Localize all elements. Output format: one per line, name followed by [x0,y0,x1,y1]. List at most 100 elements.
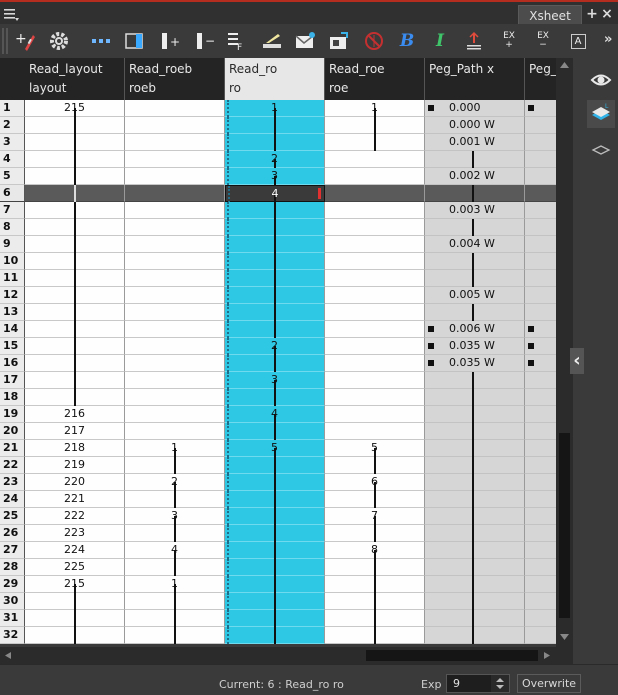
cell-roeb[interactable] [125,236,225,253]
bezier-b-icon[interactable]: B [394,28,420,54]
cell-peg[interactable] [425,474,525,491]
cell-peg[interactable] [425,440,525,457]
cell-ro[interactable] [225,559,325,576]
horizontal-scrollbar[interactable] [0,647,573,664]
cell-roeb[interactable] [125,270,225,287]
cell-ro[interactable]: 2 [225,151,325,168]
menu-icon[interactable] [3,7,19,21]
cell-layout[interactable] [25,372,125,389]
cell-ro[interactable] [225,576,325,593]
add-drawing-icon[interactable]: + [13,28,39,54]
cell-roe[interactable] [325,610,425,627]
keyframe-marker[interactable] [428,360,434,366]
cell-roe[interactable] [325,457,425,474]
cell-peg[interactable]: 0.000 W [425,117,525,134]
cell-ro[interactable] [225,117,325,134]
cell-roe[interactable] [325,117,425,134]
cell-roeb[interactable] [125,287,225,304]
cell-peg[interactable] [425,372,525,389]
cell-layout[interactable] [25,151,125,168]
cell-peg[interactable]: 0.006 W [425,321,525,338]
cell-layout[interactable]: 219 [25,457,125,474]
eye-icon[interactable] [587,66,615,94]
keyframe-marker[interactable] [428,105,434,111]
cell-layout[interactable] [25,593,125,610]
column-header-read-ro[interactable]: Read_ro ro [225,58,325,100]
cell-peg[interactable] [425,151,525,168]
cell-roeb[interactable] [125,253,225,270]
cell-ro[interactable]: 4 [225,406,325,423]
cell-roeb[interactable] [125,321,225,338]
xsheet-tab[interactable]: Xsheet [518,5,582,25]
cell-layout[interactable]: 215 [25,100,125,117]
cell-roe[interactable] [325,134,425,151]
frame-number[interactable]: 6 [0,185,25,202]
cell-roe[interactable] [325,253,425,270]
cell-layout[interactable]: 223 [25,525,125,542]
frame-number[interactable]: 18 [0,389,25,406]
toggle-column-icon[interactable] [121,28,147,54]
cell-roe[interactable]: 1 [325,100,425,117]
cell-layout[interactable]: 222 [25,508,125,525]
cell-roeb[interactable] [125,406,225,423]
frame-number[interactable]: 11 [0,270,25,287]
scroll-right-icon[interactable] [542,650,552,661]
cell-roeb[interactable] [125,610,225,627]
cell-layout[interactable] [25,304,125,321]
cell-roeb[interactable] [125,627,225,644]
cell-peg[interactable] [425,491,525,508]
exposure-stepper[interactable] [491,675,509,692]
cell-peg[interactable] [425,576,525,593]
cell-roeb[interactable] [125,100,225,117]
cell-layout[interactable] [25,287,125,304]
frame-number[interactable]: 9 [0,236,25,253]
cell-peg[interactable]: 0.035 W [425,355,525,372]
cell-peg[interactable]: 0.000 [425,100,525,117]
cell-layout[interactable] [25,236,125,253]
cell-roeb[interactable]: 2 [125,474,225,491]
cell-roeb[interactable] [125,117,225,134]
scroll-down-icon[interactable] [558,632,571,642]
keyframe-marker[interactable] [528,360,534,366]
keyframe-marker[interactable] [528,326,534,332]
cell-roe[interactable] [325,423,425,440]
cell-layout[interactable]: 224 [25,542,125,559]
frame-number[interactable]: 26 [0,525,25,542]
cell-peg[interactable]: 0.035 W [425,338,525,355]
cell-peg[interactable] [425,559,525,576]
cell-roeb[interactable] [125,593,225,610]
cell-ro[interactable] [225,525,325,542]
cell-ro[interactable]: 2 [225,338,325,355]
cell-roeb[interactable]: 3 [125,508,225,525]
cell-ro[interactable] [225,202,325,219]
cell-roeb[interactable] [125,525,225,542]
cell-peg[interactable]: 0.001 W [425,134,525,151]
cell-peg[interactable] [425,253,525,270]
cell-ro[interactable] [225,593,325,610]
frame-number[interactable]: 32 [0,627,25,644]
frame-number[interactable]: 23 [0,474,25,491]
cell-ro[interactable] [225,542,325,559]
cell-ro[interactable] [225,253,325,270]
scroll-up-icon[interactable] [558,60,571,70]
cell-layout[interactable] [25,117,125,134]
cell-peg[interactable] [425,610,525,627]
cell-peg[interactable]: 0.002 W [425,168,525,185]
collapse-sidebar-icon[interactable]: ‹ [570,348,584,374]
cell-roe[interactable] [325,559,425,576]
cell-roe[interactable] [325,304,425,321]
cell-layout[interactable] [25,321,125,338]
cell-roe[interactable] [325,287,425,304]
cell-roe[interactable] [325,202,425,219]
cell-peg[interactable]: 0.004 W [425,236,525,253]
cell-roe[interactable] [325,168,425,185]
mail-in-icon[interactable] [292,28,318,54]
cell-roeb[interactable]: 1 [125,440,225,457]
italic-i-icon[interactable]: I [427,28,453,54]
cell-ro[interactable] [225,508,325,525]
cell-ro[interactable]: 1 [225,100,325,117]
frame-number[interactable]: 24 [0,491,25,508]
ease-icon[interactable] [461,28,487,54]
mail-out-icon[interactable] [326,28,352,54]
cell-ro[interactable] [225,219,325,236]
